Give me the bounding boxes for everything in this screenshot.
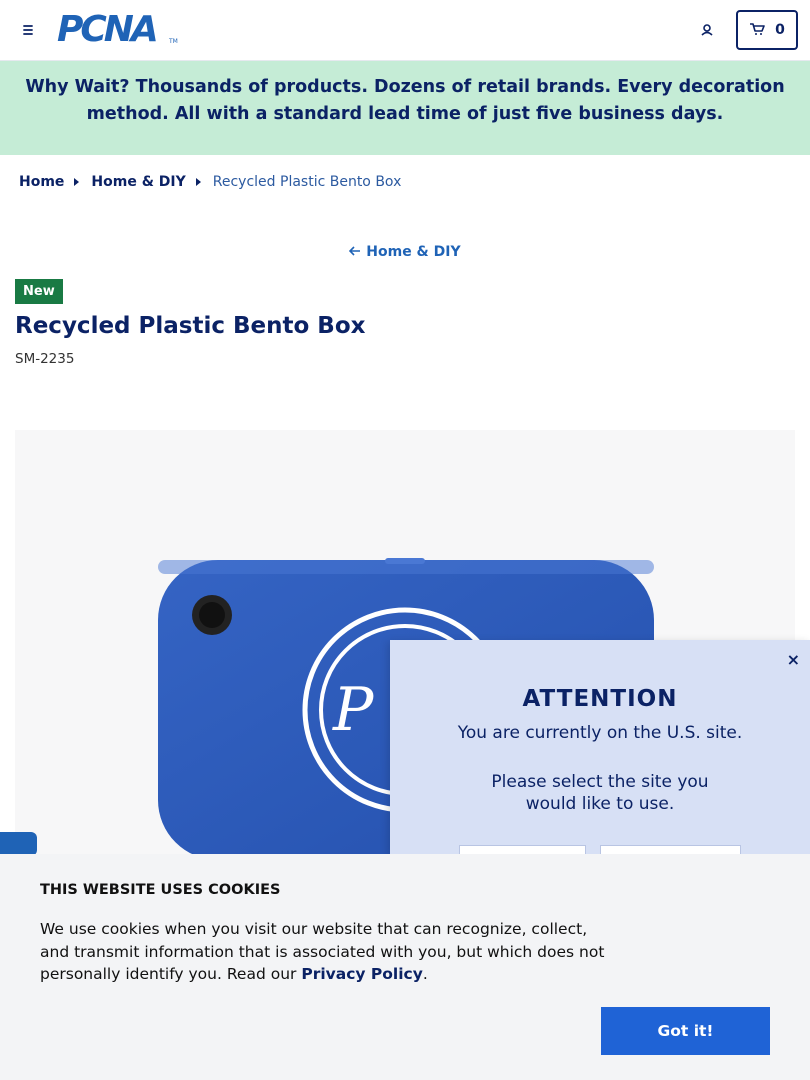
side-feedback-tab[interactable] (0, 832, 37, 856)
logo-text: PCNA (57, 9, 159, 50)
product-title: Recycled Plastic Bento Box (15, 313, 366, 339)
modal-select-text-2: would like to use. (525, 794, 675, 814)
cart-count: 0 (775, 22, 785, 38)
back-link-label: Home & DIY (366, 244, 461, 260)
promo-text: Thousands of products. Dozens of retail … (86, 77, 785, 124)
close-icon[interactable]: × (787, 650, 800, 669)
modal-select-text-1: Please select the site you (491, 772, 709, 792)
promo-lead: Why Wait? (25, 77, 130, 97)
cookie-title: THIS WEBSITE USES COOKIES (40, 882, 281, 898)
breadcrumb-home[interactable]: Home (19, 174, 64, 190)
account-icon[interactable] (697, 20, 717, 40)
svg-text:P: P (332, 675, 375, 745)
menu-icon[interactable] (18, 20, 38, 40)
caret-right-icon (195, 178, 201, 186)
product-sku: SM-2235 (15, 351, 75, 367)
pcna-logo[interactable]: PCNA TM (57, 12, 178, 48)
modal-title: ATTENTION (522, 686, 678, 712)
modal-current-site-text: You are currently on the U.S. site. (457, 723, 743, 743)
breadcrumb-category[interactable]: Home & DIY (91, 174, 185, 190)
privacy-policy-link[interactable]: Privacy Policy (301, 965, 423, 983)
cart-icon (749, 21, 765, 40)
caret-right-icon (74, 178, 80, 186)
site-header: PCNA TM 0 (0, 0, 810, 61)
logo-trademark: TM (169, 38, 178, 45)
cookie-banner: THIS WEBSITE USES COOKIES We use cookies… (0, 854, 810, 1080)
breadcrumb: Home Home & DIY Recycled Plastic Bento B… (19, 172, 401, 192)
region-select-modal: × ATTENTION You are currently on the U.S… (390, 640, 810, 859)
new-badge: New (15, 279, 63, 304)
back-to-category-link[interactable]: Home & DIY (0, 244, 810, 260)
accept-cookies-button[interactable]: Got it! (601, 1007, 770, 1055)
promo-banner: Why Wait? Thousands of products. Dozens … (0, 61, 810, 155)
breadcrumb-current: Recycled Plastic Bento Box (212, 174, 402, 190)
cookie-text: We use cookies when you visit our websit… (40, 918, 620, 986)
cookie-period: . (422, 965, 428, 983)
cart-button[interactable]: 0 (736, 10, 798, 50)
arrow-left-icon (349, 244, 366, 260)
